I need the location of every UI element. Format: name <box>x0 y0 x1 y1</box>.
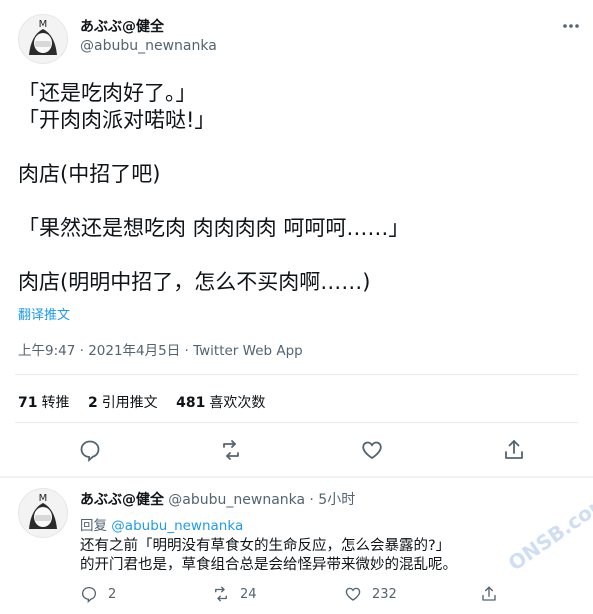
share-icon <box>482 586 496 601</box>
heart-icon[interactable] <box>360 438 384 462</box>
reply-count: 2 <box>108 586 117 602</box>
like-stat[interactable]: 481 喜欢次数 <box>176 395 265 411</box>
like-label: 喜欢次数 <box>209 395 266 411</box>
tweet-text: 「还是吃肉好了。」 「开肉肉派对喏哒!」 肉店(中招了吧) 「果然还是想吃肉 肉… <box>18 80 409 296</box>
reply-author-name[interactable]: あぶぶ@健全 <box>80 492 164 508</box>
tweet-line: 「果然还是想吃肉 肉肉肉肉 呵呵呵……」 <box>18 216 410 240</box>
retweet-stat[interactable]: 71 转推 <box>18 395 69 411</box>
share-icon[interactable] <box>502 438 526 462</box>
section-divider <box>0 476 593 478</box>
divider <box>15 374 578 375</box>
author-handle[interactable]: @abubu_newnanka <box>80 38 217 54</box>
reply-to-link[interactable]: @abubu_newnanka <box>111 518 243 534</box>
comment-icon[interactable] <box>78 438 102 463</box>
reply-header: あぶぶ@健全 @abubu_newnanka · 5小时 <box>80 489 355 509</box>
svg-text:M: M <box>39 493 48 504</box>
retweet-icon[interactable] <box>219 438 243 462</box>
heart-icon <box>345 587 361 601</box>
retweet-label: 转推 <box>41 395 70 411</box>
reply-author-avatar[interactable]: M <box>18 488 68 538</box>
reply-time[interactable]: · 5小时 <box>309 492 355 508</box>
tweet-line: 肉店(中招了吧) <box>18 162 161 186</box>
reply-action-bar: 2 24 232 <box>80 585 580 607</box>
tweet-timestamp[interactable]: 上午9:47 · 2021年4月5日 · Twitter Web App <box>18 339 303 359</box>
reply-retweet-button[interactable]: 24 <box>212 585 257 603</box>
reply-comment-button[interactable]: 2 <box>80 585 116 603</box>
more-horizontal-icon[interactable] <box>561 16 581 36</box>
tweet-action-bar <box>0 438 593 464</box>
tweet-line: 「开肉肉派对喏哒!」 <box>18 108 216 132</box>
avatar-image: M <box>19 15 67 63</box>
reply-line: 还有之前「明明没有草食女的生命反应，怎么会暴露的?」 <box>80 538 451 554</box>
quote-label: 引用推文 <box>101 395 158 411</box>
reply-line: 的开门君也是，草食组合总是会给怪异带来微妙的混乱呢。 <box>80 557 457 573</box>
reply-to-line: 回复 @abubu_newnanka <box>80 514 243 534</box>
translate-link[interactable]: 翻译推文 <box>18 304 70 323</box>
author-avatar[interactable]: M <box>18 14 68 64</box>
author-name[interactable]: あぶぶ@健全 <box>80 16 164 36</box>
reply-like-button[interactable]: 232 <box>344 585 397 603</box>
tweet-stats: 71 转推 2 引用推文 481 喜欢次数 <box>18 392 279 412</box>
tweet-line: 「还是吃肉好了。」 <box>18 81 197 105</box>
avatar-image: M <box>19 489 67 537</box>
like-count: 232 <box>372 586 397 602</box>
reply-author-handle[interactable]: @abubu_newnanka <box>168 492 305 508</box>
reply-share-button[interactable] <box>480 585 508 603</box>
retweet-count: 71 <box>18 395 38 411</box>
tweet-line: 肉店(明明中招了，怎么不买肉啊……) <box>18 270 371 294</box>
retweet-count: 24 <box>240 586 257 602</box>
quote-count: 2 <box>87 395 98 411</box>
quote-stat[interactable]: 2 引用推文 <box>88 395 158 411</box>
svg-text:M: M <box>39 19 48 30</box>
comment-icon <box>81 586 97 603</box>
reply-text: 还有之前「明明没有草食女的生命反应，怎么会暴露的?」 的开门君也是，草食组合总是… <box>80 537 457 575</box>
retweet-icon <box>215 586 227 602</box>
divider <box>15 422 578 423</box>
watermark: ONSB.com <box>503 488 593 576</box>
reply-prefix: 回复 <box>80 518 107 534</box>
like-count: 481 <box>176 395 206 411</box>
